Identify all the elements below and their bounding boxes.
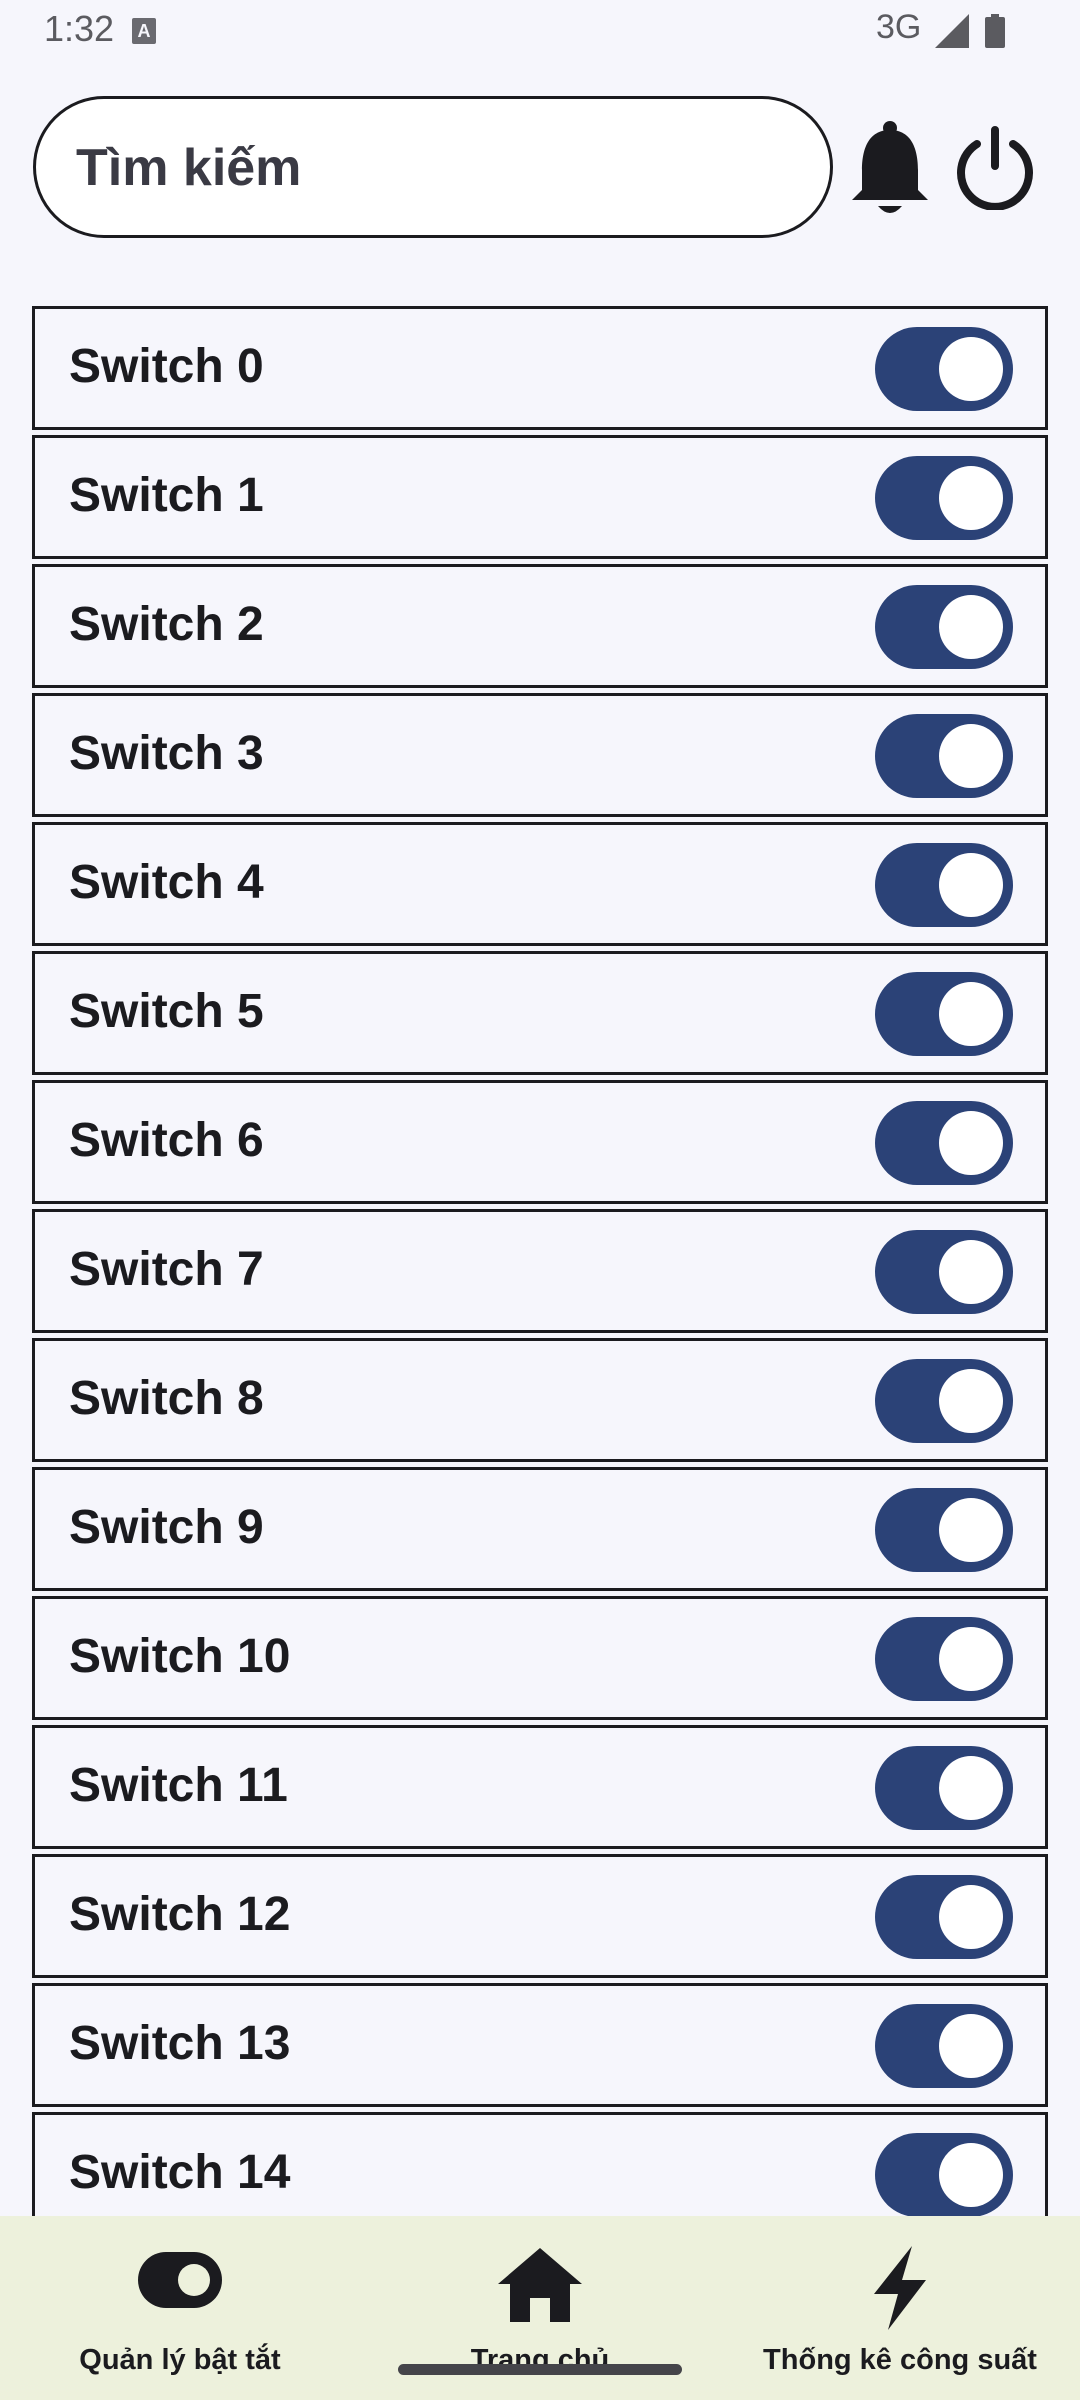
switch-row: Switch 7 <box>32 1209 1048 1333</box>
switch-label: Switch 13 <box>69 2017 291 2070</box>
toggle-knob <box>939 466 1003 530</box>
switch-toggle[interactable] <box>875 1875 1013 1959</box>
switch-row: Switch 12 <box>32 1854 1048 1978</box>
switch-row: Switch 6 <box>32 1080 1048 1204</box>
switch-label: Switch 9 <box>69 1501 264 1554</box>
toggle-knob <box>939 1111 1003 1175</box>
notification-icon: A <box>132 18 156 44</box>
home-indicator <box>398 2364 682 2375</box>
switch-row: Switch 2 <box>32 564 1048 688</box>
switch-toggle[interactable] <box>875 1617 1013 1701</box>
switch-toggle[interactable] <box>875 2133 1013 2217</box>
toggle-knob <box>939 2143 1003 2207</box>
switch-label: Switch 11 <box>69 1759 288 1812</box>
signal-icon <box>935 14 969 48</box>
switch-label: Switch 3 <box>69 727 264 780</box>
status-time: 1:32 <box>44 8 115 49</box>
home-icon <box>498 2248 582 2322</box>
search-box[interactable] <box>33 96 833 238</box>
nav-item-switch-management[interactable]: Quản lý bật tắt <box>40 2216 320 2400</box>
toggle-knob <box>939 1369 1003 1433</box>
switch-label: Switch 12 <box>69 1888 291 1941</box>
switch-label: Switch 0 <box>69 340 264 393</box>
nav-label: Quản lý bật tắt <box>79 2344 281 2376</box>
switch-toggle[interactable] <box>875 1101 1013 1185</box>
switch-row: Switch 0 <box>32 306 1048 430</box>
power-icon[interactable] <box>955 126 1035 210</box>
switch-row: Switch 13 <box>32 1983 1048 2107</box>
switch-label: Switch 6 <box>69 1114 264 1167</box>
switch-toggle[interactable] <box>875 1746 1013 1830</box>
toggle-knob <box>939 1756 1003 1820</box>
toggle-knob <box>939 724 1003 788</box>
lightning-icon <box>874 2246 926 2330</box>
nav-item-power-stats[interactable]: Thống kê công suất <box>740 2216 1060 2400</box>
switch-label: Switch 14 <box>69 2146 291 2199</box>
toggle-knob <box>939 337 1003 401</box>
switch-label: Switch 5 <box>69 985 264 1038</box>
switch-toggle[interactable] <box>875 456 1013 540</box>
toggle-knob <box>939 2014 1003 2078</box>
switch-label: Switch 7 <box>69 1243 264 1296</box>
switch-row: Switch 10 <box>32 1596 1048 1720</box>
switch-row: Switch 5 <box>32 951 1048 1075</box>
switch-row: Switch 4 <box>32 822 1048 946</box>
switch-toggle[interactable] <box>875 327 1013 411</box>
switch-toggle[interactable] <box>875 1488 1013 1572</box>
toggle-knob <box>939 595 1003 659</box>
toggle-knob <box>939 1240 1003 1304</box>
switch-label: Switch 8 <box>69 1372 264 1425</box>
toggle-knob <box>939 1498 1003 1562</box>
switch-toggle[interactable] <box>875 714 1013 798</box>
switch-toggle[interactable] <box>875 843 1013 927</box>
toggle-knob <box>939 1885 1003 1949</box>
switch-toggle[interactable] <box>875 972 1013 1056</box>
switch-label: Switch 4 <box>69 856 264 909</box>
switch-label: Switch 2 <box>69 598 264 651</box>
toggle-knob <box>939 982 1003 1046</box>
switch-label: Switch 10 <box>69 1630 291 1683</box>
switch-row: Switch 9 <box>32 1467 1048 1591</box>
switch-toggle[interactable] <box>875 2004 1013 2088</box>
toggle-knob <box>939 1627 1003 1691</box>
nav-label: Thống kê công suất <box>763 2344 1037 2376</box>
toggle-knob <box>939 853 1003 917</box>
network-type: 3G <box>876 8 922 46</box>
status-bar: 1:32 A 3G <box>0 0 1080 64</box>
switch-row: Switch 8 <box>32 1338 1048 1462</box>
switch-row: Switch 3 <box>32 693 1048 817</box>
switch-label: Switch 1 <box>69 469 264 522</box>
toggle-icon <box>138 2252 222 2308</box>
switch-toggle[interactable] <box>875 585 1013 669</box>
bell-icon[interactable] <box>848 120 932 220</box>
search-input[interactable] <box>74 99 778 237</box>
battery-icon <box>985 14 1005 48</box>
switch-toggle[interactable] <box>875 1230 1013 1314</box>
switch-toggle[interactable] <box>875 1359 1013 1443</box>
switch-row: Switch 11 <box>32 1725 1048 1849</box>
switch-row: Switch 1 <box>32 435 1048 559</box>
